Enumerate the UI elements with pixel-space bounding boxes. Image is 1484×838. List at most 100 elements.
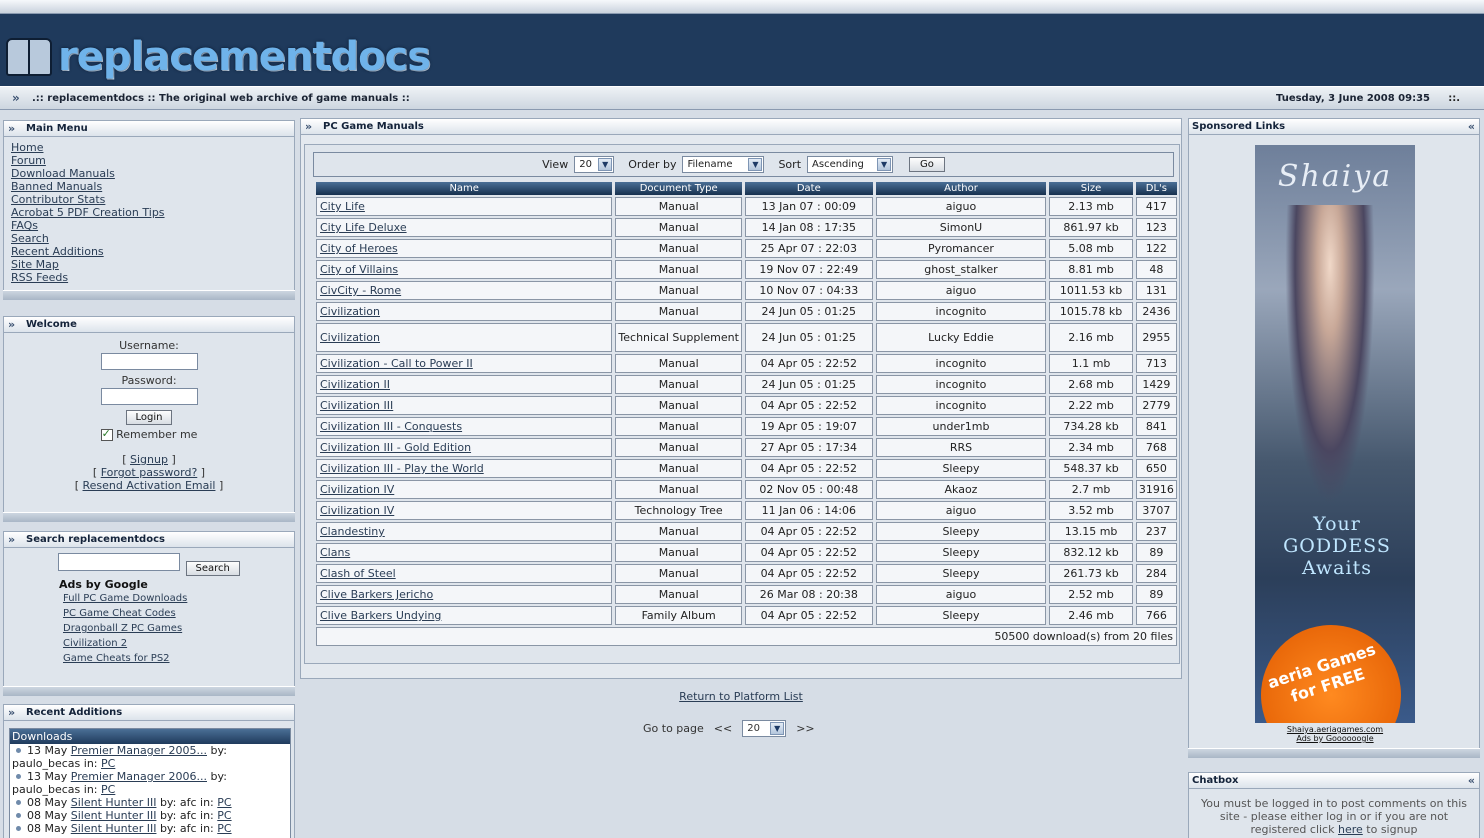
bracket: [ xyxy=(74,479,80,492)
view-select[interactable]: 20 ▼ xyxy=(574,156,615,173)
col-author[interactable]: Author xyxy=(875,182,1047,195)
menu-contributor-stats[interactable]: Contributor Stats xyxy=(11,193,294,206)
password-label: Password: xyxy=(121,374,177,387)
sort-select[interactable]: Ascending ▼ xyxy=(807,156,894,173)
col-date[interactable]: Date xyxy=(744,182,873,195)
manual-name-link[interactable]: Clive Barkers Jericho xyxy=(320,588,433,601)
manual-name-link[interactable]: City Life Deluxe xyxy=(320,221,407,234)
username-input[interactable] xyxy=(100,353,198,370)
signup-link[interactable]: Signup xyxy=(130,453,168,466)
manual-name-link[interactable]: Clive Barkers Undying xyxy=(320,609,441,622)
manual-name-link[interactable]: Civilization IV xyxy=(320,504,394,517)
manual-name-link[interactable]: Civilization - Call to Power II xyxy=(320,357,473,370)
manual-name-link[interactable]: Civilization III - Play the World xyxy=(320,462,484,475)
col-size[interactable]: Size xyxy=(1049,182,1133,195)
recent-section-header: Downloads xyxy=(10,729,290,744)
ad-url-link[interactable]: Shaiya.aeriagames.com xyxy=(1287,725,1383,734)
next-page-link[interactable]: >> xyxy=(796,722,814,735)
go-button[interactable]: Go xyxy=(909,157,945,172)
date-cell: 02 Nov 05 : 00:48 xyxy=(744,480,873,499)
ad-link[interactable]: Game Cheats for PS2 xyxy=(63,651,294,666)
manual-name-link[interactable]: Civilization xyxy=(320,331,380,344)
sponsored-title-text: Sponsored Links xyxy=(1192,121,1286,132)
bullet-icon xyxy=(16,800,21,805)
manual-name-link[interactable]: CivCity - Rome xyxy=(320,284,401,297)
size-cell: 861.97 kb xyxy=(1049,218,1133,237)
author-cell: ghost_stalker xyxy=(875,260,1047,279)
manual-name-link[interactable]: City of Heroes xyxy=(320,242,398,255)
size-cell: 13.15 mb xyxy=(1049,522,1133,541)
bullet-icon xyxy=(16,748,21,753)
manual-name-link[interactable]: Clans xyxy=(320,546,350,559)
prev-page-link[interactable]: << xyxy=(714,722,732,735)
manual-name-link[interactable]: Clash of Steel xyxy=(320,567,396,580)
manual-name-link[interactable]: City Life xyxy=(320,200,365,213)
col-name[interactable]: Name xyxy=(316,182,613,195)
platform-link[interactable]: PC xyxy=(217,809,231,822)
page-select[interactable]: 20 ▼ xyxy=(742,720,787,737)
author-cell: SimonU xyxy=(875,218,1047,237)
manual-name-link[interactable]: Civilization IV xyxy=(320,483,394,496)
manual-name-link[interactable]: City of Villains xyxy=(320,263,398,276)
platform-link[interactable]: PC xyxy=(217,796,231,809)
search-input[interactable] xyxy=(58,553,180,571)
welcome-title-text: Welcome xyxy=(26,319,77,330)
platform-link[interactable]: PC xyxy=(101,783,115,796)
ad-link[interactable]: Full PC Game Downloads xyxy=(63,591,294,606)
downloads-cell: 768 xyxy=(1135,438,1177,457)
menu-home[interactable]: Home xyxy=(11,141,294,154)
date-cell: 04 Apr 05 : 22:52 xyxy=(744,564,873,583)
menu-forum[interactable]: Forum xyxy=(11,154,294,167)
ad-link[interactable]: Civilization 2 xyxy=(63,636,294,651)
manual-name-link[interactable]: Civilization xyxy=(320,305,380,318)
manual-name-link[interactable]: Civilization II xyxy=(320,378,390,391)
col-downloads[interactable]: DL's xyxy=(1135,182,1177,195)
double-arrow-icon: » xyxy=(8,533,16,546)
platform-link[interactable]: PC xyxy=(101,757,115,770)
menu-recent-additions[interactable]: Recent Additions xyxy=(11,245,294,258)
order-select[interactable]: Filename ▼ xyxy=(682,156,765,173)
site-logo[interactable]: replacementdocs xyxy=(6,28,431,86)
forgot-password-link[interactable]: Forgot password? xyxy=(101,466,198,479)
date-cell: 04 Apr 05 : 22:52 xyxy=(744,543,873,562)
remember-me-checkbox[interactable] xyxy=(100,427,113,441)
col-doc-type[interactable]: Document Type xyxy=(615,182,742,195)
chatbox-title-text: Chatbox xyxy=(1192,775,1239,786)
menu-site-map[interactable]: Site Map xyxy=(11,258,294,271)
manual-name-link[interactable]: Civilization III - Gold Edition xyxy=(320,441,471,454)
double-arrow-icon: » xyxy=(8,318,16,331)
item-link[interactable]: Silent Hunter III xyxy=(71,822,157,835)
menu-faqs[interactable]: FAQs xyxy=(11,219,294,232)
item-link[interactable]: Silent Hunter III xyxy=(71,809,157,822)
sponsored-ad-banner[interactable]: Shaiya Your GODDESS Awaits aeria Games f… xyxy=(1255,145,1415,723)
date-cell: 19 Nov 07 : 22:49 xyxy=(744,260,873,279)
menu-search[interactable]: Search xyxy=(11,232,294,245)
doc-type-cell: Manual xyxy=(615,438,742,457)
menu-banned-manuals[interactable]: Banned Manuals xyxy=(11,180,294,193)
date-cell: 04 Apr 05 : 22:52 xyxy=(744,354,873,373)
password-input[interactable] xyxy=(100,388,198,405)
ads-by-link[interactable]: Ads by Goooooogle xyxy=(1296,734,1373,743)
item-link[interactable]: Premier Manager 2006... xyxy=(71,770,207,783)
search-button[interactable]: Search xyxy=(185,561,240,576)
manual-name-link[interactable]: Civilization III - Conquests xyxy=(320,420,462,433)
platform-link[interactable]: PC xyxy=(217,822,231,835)
signup-here-link[interactable]: here xyxy=(1338,823,1363,836)
resend-activation-link[interactable]: Resend Activation Email xyxy=(83,479,216,492)
ad-link[interactable]: PC Game Cheat Codes xyxy=(63,606,294,621)
login-button[interactable]: Login xyxy=(125,410,173,425)
username-label: Username: xyxy=(119,339,179,352)
menu-rss-feeds[interactable]: RSS Feeds xyxy=(11,271,294,284)
item-link[interactable]: Premier Manager 2005... xyxy=(71,744,207,757)
menu-download-manuals[interactable]: Download Manuals xyxy=(11,167,294,180)
manual-name-link[interactable]: Clandestiny xyxy=(320,525,385,538)
menu-acrobat-tips[interactable]: Acrobat 5 PDF Creation Tips xyxy=(11,206,294,219)
size-cell: 2.22 mb xyxy=(1049,396,1133,415)
manual-name-link[interactable]: Civilization III xyxy=(320,399,393,412)
date-cell: 04 Apr 05 : 22:52 xyxy=(744,396,873,415)
return-to-platform-link[interactable]: Return to Platform List xyxy=(679,690,803,703)
item-user: paulo_becas xyxy=(12,757,81,770)
item-link[interactable]: Silent Hunter III xyxy=(71,796,157,809)
ad-link[interactable]: Dragonball Z PC Games xyxy=(63,621,294,636)
table-row: Civilization III - Play the World Manual 0… xyxy=(316,459,1177,478)
